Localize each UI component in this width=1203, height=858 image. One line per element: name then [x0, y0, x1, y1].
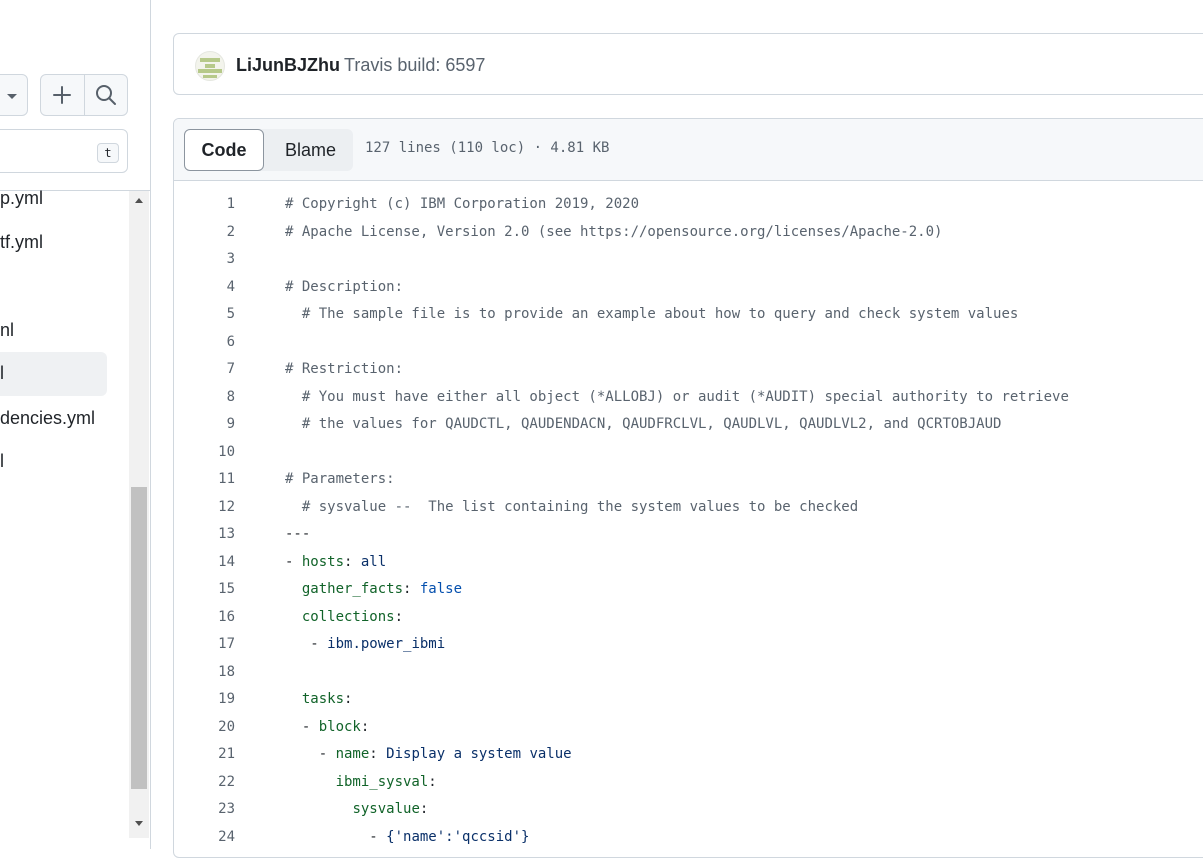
code-line: 19 tasks: — [174, 691, 1203, 718]
line-number[interactable]: 22 — [174, 774, 235, 790]
commit-author[interactable]: LiJunBJZhu — [236, 55, 340, 76]
code-line: 14 - hosts: all — [174, 554, 1203, 581]
code-line: 16 collections: — [174, 609, 1203, 636]
sidebar-scrollbar[interactable] — [129, 191, 149, 838]
line-number[interactable]: 7 — [174, 361, 235, 377]
view-toggle: Code Blame — [184, 129, 353, 171]
line-number[interactable]: 18 — [174, 664, 235, 680]
line-number[interactable]: 15 — [174, 581, 235, 597]
line-content: - name: Display a system value — [285, 746, 572, 762]
line-number[interactable]: 4 — [174, 279, 235, 295]
code-line: 1 # Copyright (c) IBM Corporation 2019, 2… — [174, 196, 1203, 223]
line-number[interactable]: 6 — [174, 334, 235, 350]
code-line: 5 # The sample file is to provide an exa… — [174, 306, 1203, 333]
line-number[interactable]: 19 — [174, 691, 235, 707]
line-content: gather_facts: false — [301, 581, 463, 597]
file-info: 127 lines (110 loc) · 4.81 KB — [365, 140, 610, 156]
code-line: 13 --- — [174, 526, 1203, 553]
line-content: sysvalue: — [352, 801, 429, 817]
active-file-highlight — [0, 352, 107, 396]
line-content: # the values for QAUDCTL, QAUDENDACN, QA… — [285, 416, 1002, 432]
code-line: 3 — [174, 251, 1203, 278]
line-number[interactable]: 12 — [174, 499, 235, 515]
code-line: 22 ibmi_sysval: — [174, 774, 1203, 801]
add-file-button[interactable] — [41, 75, 85, 115]
code-line: 8 # You must have either all object (*AL… — [174, 389, 1203, 416]
line-content: # Parameters: — [285, 471, 395, 487]
code-line: 18 — [174, 664, 1203, 691]
code-line: 23 sysvalue: — [174, 801, 1203, 828]
line-number[interactable]: 24 — [174, 829, 235, 845]
code-line: 10 — [174, 444, 1203, 471]
tree-item-active[interactable]: l — [0, 363, 4, 384]
line-number[interactable]: 3 — [174, 251, 235, 267]
line-content: # Apache License, Version 2.0 (see https… — [285, 223, 943, 240]
scroll-up-icon[interactable] — [135, 198, 143, 203]
tab-blame[interactable]: Blame — [268, 129, 353, 171]
commit-message[interactable]: Travis build: 6597 — [344, 55, 485, 76]
line-content: - ibm.power_ibmi — [285, 636, 446, 652]
branch-selector-button[interactable] — [0, 74, 28, 116]
code-line: 20 - block: — [174, 719, 1203, 746]
line-content: # Description: — [285, 278, 404, 295]
line-content: collections: — [301, 608, 404, 625]
line-number[interactable]: 1 — [174, 196, 235, 212]
line-number[interactable]: 5 — [174, 306, 235, 322]
go-to-file-input[interactable]: t — [0, 129, 128, 173]
search-shortcut-key: t — [97, 143, 119, 163]
line-content: ibmi_sysval: — [335, 773, 437, 790]
scroll-thumb[interactable] — [131, 487, 147, 789]
line-content: # You must have either all object (*ALLO… — [285, 388, 1069, 405]
code-line: 12 # sysvalue -- The list containing the… — [174, 499, 1203, 526]
line-number[interactable]: 10 — [174, 444, 235, 460]
code-line: 6 — [174, 334, 1203, 361]
tree-item[interactable]: l — [0, 451, 4, 472]
scroll-down-icon[interactable] — [135, 821, 143, 826]
line-content: tasks: — [301, 691, 353, 707]
code-line: 15 gather_facts: false — [174, 581, 1203, 608]
line-content: --- — [285, 526, 311, 542]
line-number[interactable]: 13 — [174, 526, 235, 542]
file-header: Code Blame 127 lines (110 loc) · 4.81 KB — [174, 119, 1203, 181]
line-number[interactable]: 14 — [174, 554, 235, 570]
search-icon — [95, 85, 116, 105]
line-number[interactable]: 9 — [174, 416, 235, 432]
code-line: 11 # Parameters: — [174, 471, 1203, 498]
tab-code[interactable]: Code — [184, 129, 264, 171]
line-content: # sysvalue -- The list containing the sy… — [285, 498, 859, 515]
line-content: # The sample file is to provide an examp… — [285, 306, 1019, 322]
code-line: 9 # the values for QAUDCTL, QAUDENDACN, … — [174, 416, 1203, 443]
search-button[interactable] — [85, 75, 128, 115]
file-tree-sidebar: t p.yml tf.yml nl l dencies.yml l — [0, 0, 151, 849]
line-number[interactable]: 16 — [174, 609, 235, 625]
line-number[interactable]: 21 — [174, 746, 235, 762]
latest-commit-bar: LiJunBJZhu Travis build: 6597 — [173, 33, 1203, 95]
tree-item[interactable]: nl — [0, 320, 14, 341]
line-content: # Copyright (c) IBM Corporation 2019, 20… — [285, 196, 640, 212]
line-number[interactable]: 11 — [174, 471, 235, 487]
tree-item[interactable]: p.yml — [0, 188, 43, 209]
plus-icon — [53, 86, 72, 104]
tree-item[interactable]: dencies.yml — [0, 408, 95, 429]
code-line: 2 # Apache License, Version 2.0 (see http… — [174, 224, 1203, 251]
line-number[interactable]: 2 — [174, 224, 235, 240]
line-number[interactable]: 17 — [174, 636, 235, 652]
code-line: 7 # Restriction: — [174, 361, 1203, 388]
file-actions — [40, 74, 128, 116]
code-line: 4 # Description: — [174, 279, 1203, 306]
line-content: # Restriction: — [285, 361, 404, 377]
line-content: - hosts: all — [285, 553, 387, 570]
avatar[interactable] — [195, 51, 225, 81]
code-line: 17 - ibm.power_ibmi — [174, 636, 1203, 663]
line-content: - {'name':'qccsid'} — [285, 828, 530, 845]
tree-item[interactable]: tf.yml — [0, 232, 43, 253]
file-viewer: Code Blame 127 lines (110 loc) · 4.81 KB… — [173, 118, 1203, 858]
code-line: 21 - name: Display a system value — [174, 746, 1203, 773]
line-number[interactable]: 23 — [174, 801, 235, 817]
line-content: - block: — [285, 718, 370, 735]
chevron-down-icon — [7, 94, 17, 99]
code-line: 24 - {'name':'qccsid'} — [174, 829, 1203, 856]
line-number[interactable]: 20 — [174, 719, 235, 735]
line-number[interactable]: 8 — [174, 389, 235, 405]
